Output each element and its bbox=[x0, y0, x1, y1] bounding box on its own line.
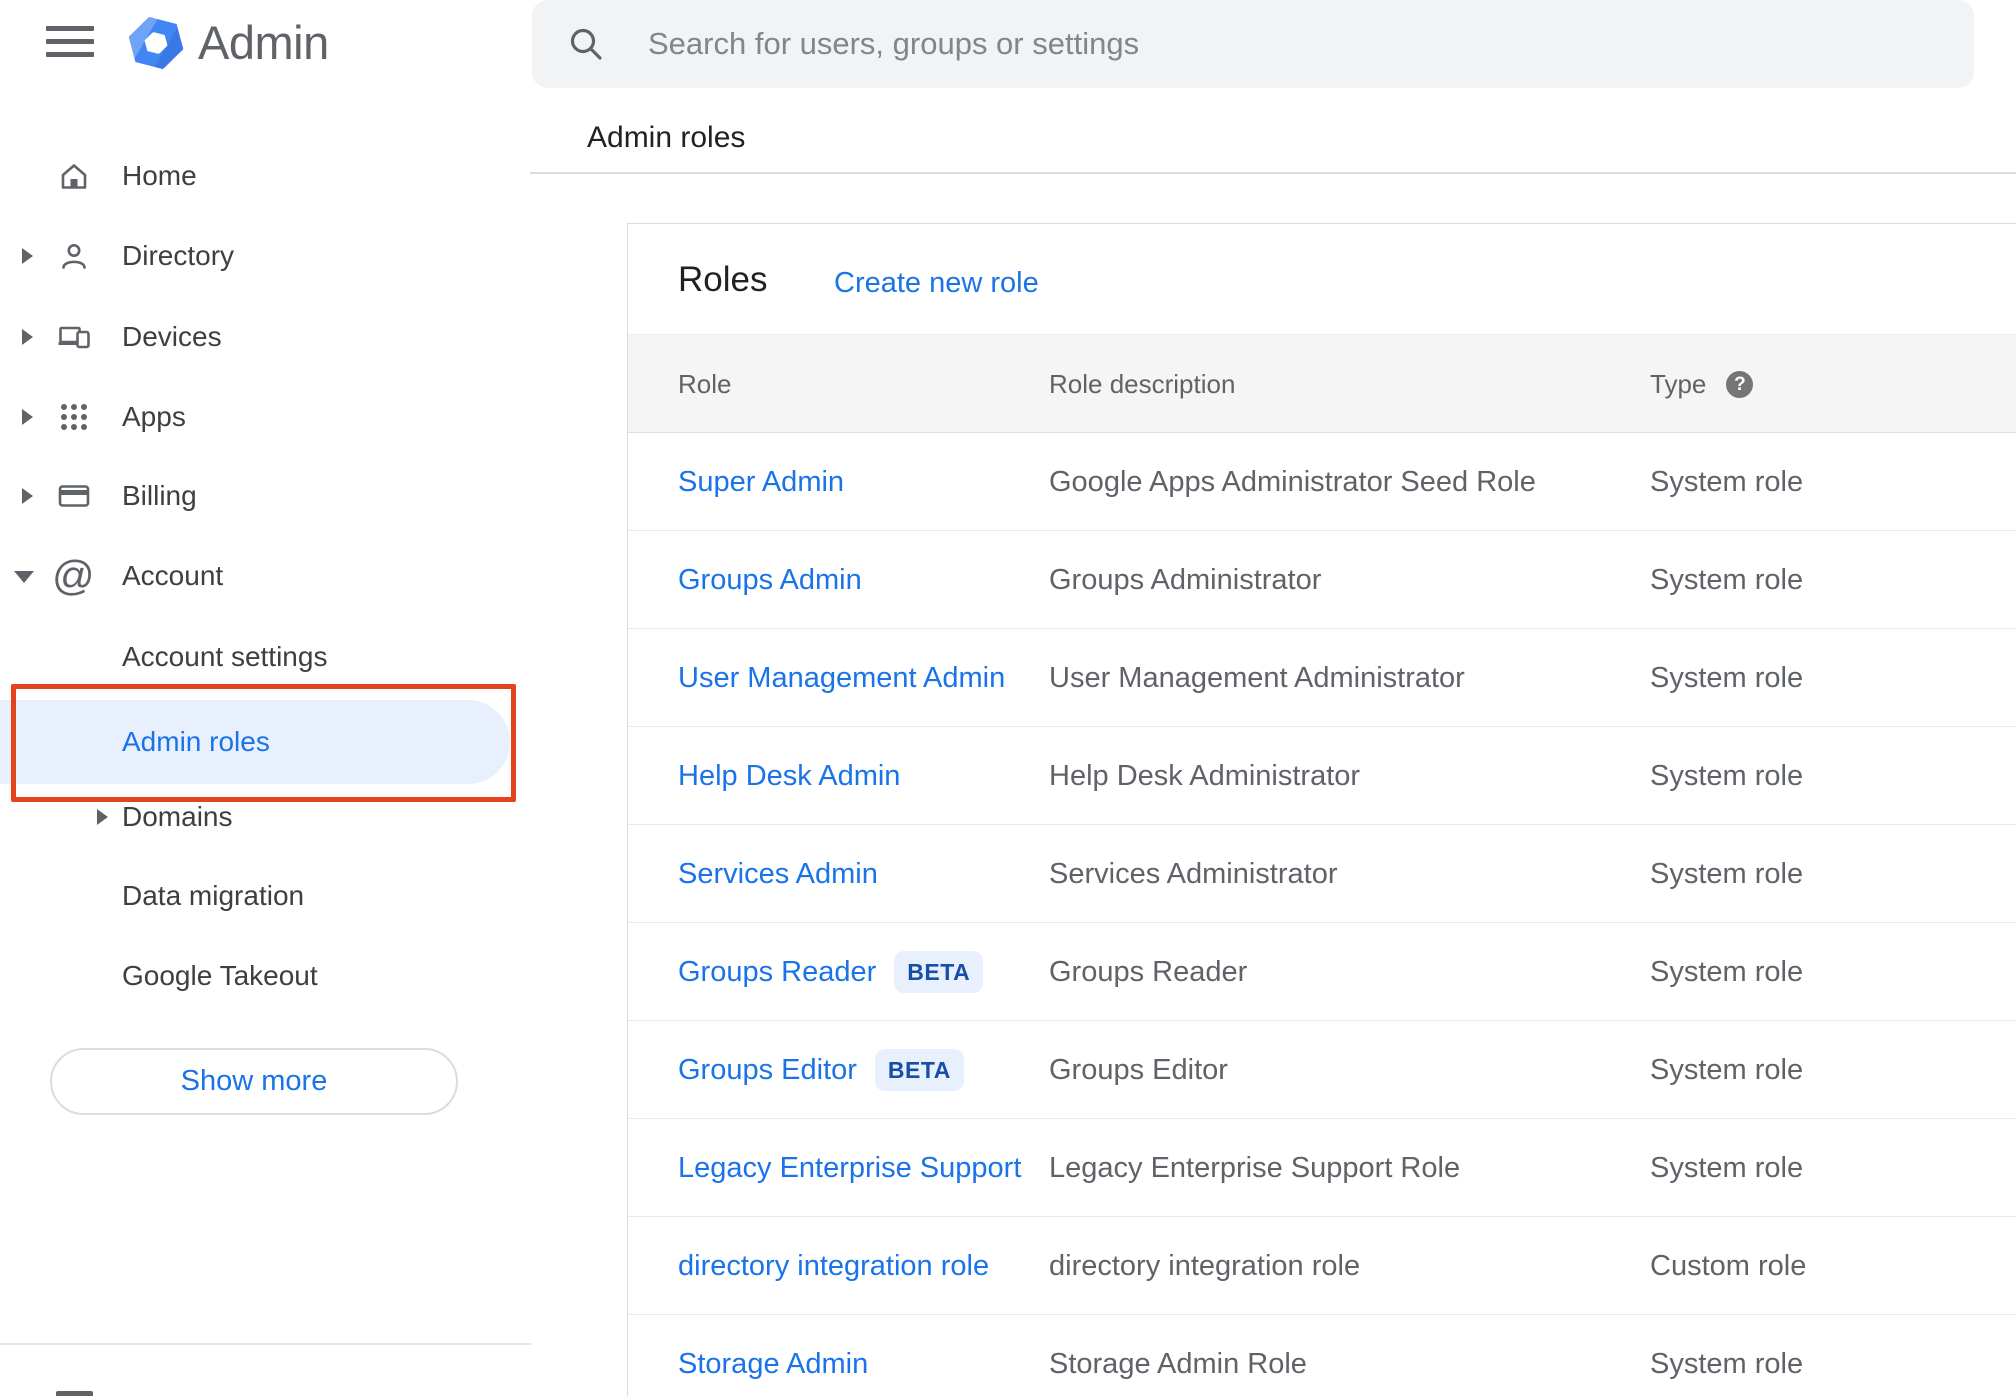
expand-arrow-icon[interactable] bbox=[22, 248, 33, 264]
sidebar-item-label: Account bbox=[122, 560, 224, 591]
role-description: Groups Administrator bbox=[1049, 563, 1322, 596]
role-link[interactable]: Help Desk Admin bbox=[678, 760, 900, 793]
sidebar-item-label: Devices bbox=[122, 321, 222, 352]
beta-badge: BETA bbox=[874, 1049, 964, 1091]
breadcrumb: Admin roles bbox=[587, 121, 746, 154]
role-type: System role bbox=[1650, 1347, 1804, 1380]
role-description: Storage Admin Role bbox=[1049, 1347, 1307, 1380]
sidebar-bottom-divider bbox=[0, 1343, 531, 1345]
table-header: Role Role description Type ? bbox=[628, 334, 2016, 433]
sidebar-item-account[interactable]: @ Account bbox=[0, 536, 531, 616]
card-title: Roles bbox=[678, 260, 768, 299]
help-icon[interactable]: ? bbox=[1726, 371, 1754, 398]
table-row: Groups Admin Groups Administrator System… bbox=[628, 531, 2016, 629]
google-admin-console: Admin Search for users, groups or settin… bbox=[0, 0, 2016, 1396]
role-type: System role bbox=[1650, 563, 1804, 596]
role-description: User Management Administrator bbox=[1049, 661, 1465, 694]
home-icon bbox=[61, 164, 87, 189]
admin-logo-icon bbox=[128, 15, 184, 71]
role-description: Google Apps Administrator Seed Role bbox=[1049, 465, 1536, 498]
expand-arrow-icon[interactable] bbox=[22, 409, 33, 425]
role-type: System role bbox=[1650, 1053, 1804, 1086]
search-bar[interactable]: Search for users, groups or settings bbox=[532, 0, 1974, 88]
sidebar-item-label: Billing bbox=[122, 480, 197, 511]
at-sign-icon: @ bbox=[52, 552, 95, 599]
devices-icon bbox=[58, 326, 90, 349]
sidebar-item-data-migration[interactable]: Data migration bbox=[0, 856, 531, 936]
role-description: Help Desk Administrator bbox=[1049, 759, 1361, 792]
sidebar-item-label: Admin roles bbox=[122, 726, 270, 757]
collapse-arrow-icon[interactable] bbox=[14, 571, 34, 583]
table-row: Super Admin Google Apps Administrator Se… bbox=[628, 433, 2016, 531]
table-row: Services Admin Services Administrator Sy… bbox=[628, 825, 2016, 923]
table-row: Groups Reader BETA Groups Reader System … bbox=[628, 923, 2016, 1021]
sidebar-item-admin-roles[interactable]: Admin roles bbox=[0, 700, 510, 784]
role-type: System role bbox=[1650, 1151, 1804, 1184]
table-row: Storage Admin Storage Admin Role System … bbox=[628, 1315, 2016, 1396]
hamburger-icon bbox=[46, 26, 94, 31]
sidebar-item-label: Google Takeout bbox=[122, 960, 318, 991]
sidebar-item-label: Home bbox=[122, 160, 197, 191]
show-more-label: Show more bbox=[180, 1065, 328, 1097]
table-row: User Management Admin User Management Ad… bbox=[628, 629, 2016, 727]
roles-card: Roles Create new role Role Role descript… bbox=[627, 223, 2016, 1396]
role-link[interactable]: Legacy Enterprise Support bbox=[678, 1152, 1021, 1185]
sidebar-item-label: Data migration bbox=[122, 880, 305, 911]
role-link[interactable]: Super Admin bbox=[678, 466, 844, 499]
role-type: System role bbox=[1650, 955, 1804, 988]
role-description: Groups Editor bbox=[1049, 1053, 1228, 1086]
sidebar-item-label: Apps bbox=[122, 401, 186, 432]
sidebar-item-label: Account settings bbox=[122, 641, 328, 672]
role-link[interactable]: User Management Admin bbox=[678, 662, 1005, 695]
beta-badge: BETA bbox=[894, 951, 984, 993]
sidebar-item-directory[interactable]: Directory bbox=[0, 216, 531, 296]
menu-button[interactable] bbox=[46, 25, 94, 61]
expand-arrow-icon[interactable] bbox=[22, 488, 33, 504]
role-link[interactable]: Groups Reader bbox=[678, 956, 876, 989]
clipped-bottom-icon bbox=[56, 1391, 93, 1396]
breadcrumb-divider bbox=[530, 172, 2016, 174]
sidebar-item-apps[interactable]: Apps bbox=[0, 377, 531, 457]
apps-grid-icon bbox=[61, 404, 87, 430]
search-input[interactable]: Search for users, groups or settings bbox=[648, 26, 1139, 62]
role-description: directory integration role bbox=[1049, 1249, 1361, 1282]
role-link[interactable]: Groups Admin bbox=[678, 564, 862, 597]
table-row: Help Desk Admin Help Desk Administrator … bbox=[628, 727, 2016, 825]
role-type: System role bbox=[1650, 759, 1804, 792]
create-new-role-link[interactable]: Create new role bbox=[834, 266, 1039, 300]
sidebar-item-label: Domains bbox=[122, 801, 233, 832]
column-header-type: Type ? bbox=[1650, 335, 1754, 434]
credit-card-icon bbox=[58, 485, 90, 507]
role-description: Groups Reader bbox=[1049, 955, 1248, 988]
sidebar-item-label: Directory bbox=[122, 240, 235, 271]
role-type: Custom role bbox=[1650, 1249, 1807, 1282]
app-title: Admin bbox=[198, 16, 329, 69]
expand-arrow-icon[interactable] bbox=[22, 329, 33, 345]
person-icon bbox=[62, 244, 86, 269]
sidebar-item-devices[interactable]: Devices bbox=[0, 297, 531, 377]
column-header-description: Role description bbox=[1049, 369, 1236, 399]
table-row: directory integration role directory int… bbox=[628, 1217, 2016, 1315]
sidebar-item-home[interactable]: Home bbox=[0, 136, 531, 216]
role-link[interactable]: directory integration role bbox=[678, 1250, 989, 1283]
role-description: Services Administrator bbox=[1049, 857, 1338, 890]
role-link[interactable]: Services Admin bbox=[678, 858, 878, 891]
role-type: System role bbox=[1650, 465, 1804, 498]
role-link[interactable]: Groups Editor bbox=[678, 1054, 857, 1087]
search-icon bbox=[570, 28, 602, 60]
table-row: Legacy Enterprise Support Legacy Enterpr… bbox=[628, 1119, 2016, 1217]
column-header-role: Role bbox=[678, 369, 732, 399]
table-row: Groups Editor BETA Groups Editor System … bbox=[628, 1021, 2016, 1119]
role-description: Legacy Enterprise Support Role bbox=[1049, 1151, 1461, 1184]
role-type: System role bbox=[1650, 661, 1804, 694]
show-more-button[interactable]: Show more bbox=[50, 1048, 458, 1115]
sidebar-item-domains[interactable]: Domains bbox=[0, 777, 531, 857]
sidebar-item-account-settings[interactable]: Account settings bbox=[0, 617, 531, 697]
expand-arrow-icon[interactable] bbox=[97, 809, 108, 825]
sidebar-item-google-takeout[interactable]: Google Takeout bbox=[0, 936, 531, 1016]
sidebar-item-billing[interactable]: Billing bbox=[0, 456, 531, 536]
role-type: System role bbox=[1650, 857, 1804, 890]
role-link[interactable]: Storage Admin bbox=[678, 1348, 868, 1381]
